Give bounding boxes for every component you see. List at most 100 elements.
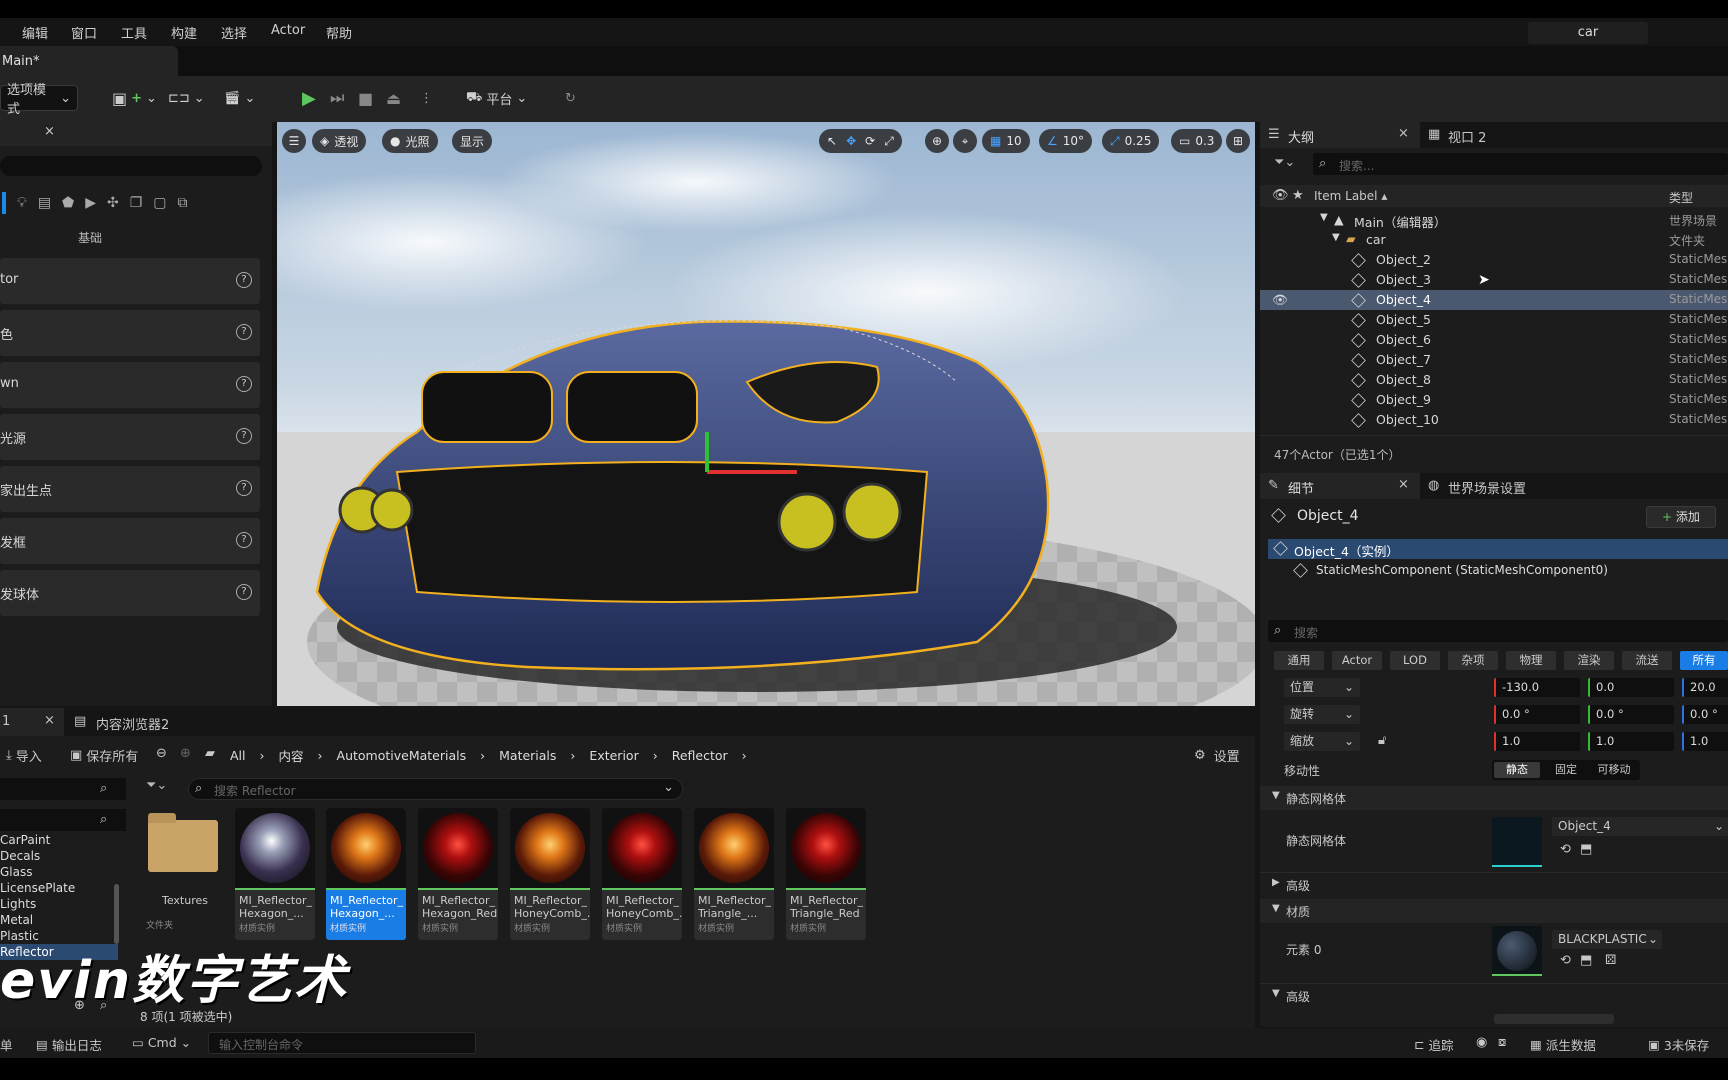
tab-details[interactable]: ✎ 细节 × — [1260, 473, 1420, 499]
scale-y[interactable]: 1.0 — [1588, 732, 1674, 751]
folder-search-input[interactable]: ⌕ — [0, 809, 126, 831]
filter-all[interactable]: 所有 — [1680, 651, 1728, 670]
tab-cb2[interactable]: ▤ 内容浏览器2 — [72, 708, 222, 736]
chevron-down-icon[interactable]: ▼ — [1320, 212, 1328, 223]
asset-search-input[interactable]: ⌕ 搜索 Reflector ⌄ — [188, 778, 683, 800]
folder-item[interactable]: Lights — [0, 896, 118, 912]
folder-item[interactable]: CarPaint — [0, 832, 118, 848]
source-search-input[interactable]: ⌕ — [0, 778, 126, 800]
folder-asset[interactable]: Textures 文件夹 — [146, 808, 218, 931]
rotation-snap-button[interactable]: ∠ 10° — [1039, 129, 1093, 153]
show-button[interactable]: 显示 — [452, 129, 493, 153]
filter-actor[interactable]: Actor — [1332, 651, 1382, 670]
import-button[interactable]: ⤓ 导入 — [6, 746, 42, 765]
folder-item[interactable]: LicensePlate — [0, 880, 118, 896]
menu-actor[interactable]: Actor — [271, 23, 305, 38]
material-picker[interactable]: BLACKPLASTIC ⌄ — [1552, 930, 1662, 949]
materials-section[interactable]: ▼ 材质 — [1260, 899, 1728, 923]
tree-row[interactable]: ▼ ▲ Main（编辑器） 世界场景 — [1260, 210, 1728, 230]
play-options-button[interactable]: ⋮ — [420, 85, 433, 111]
breadcrumb-item[interactable]: Reflector — [672, 748, 728, 763]
material-thumbnail[interactable] — [1492, 926, 1542, 976]
breadcrumb-item[interactable]: AutomotiveMaterials — [337, 748, 467, 763]
select-icon[interactable]: ↖ — [827, 134, 837, 148]
console-input[interactable]: 输入控制台命令 — [208, 1032, 476, 1054]
stop-button[interactable]: ■ — [358, 85, 373, 111]
location-dropdown[interactable]: 位置 ⌄ — [1284, 678, 1360, 697]
place-item[interactable]: tor? — [0, 258, 260, 304]
advanced-section[interactable]: ▶ 高级 — [1260, 872, 1728, 896]
eye-icon[interactable]: 👁︎ — [1272, 188, 1289, 203]
tree-row[interactable]: Object_7 StaticMes — [1260, 350, 1728, 370]
lock-icon[interactable]: 🔓︎ — [1378, 733, 1386, 748]
scale-x[interactable]: 1.0 — [1494, 732, 1580, 751]
trace-button[interactable]: ⊏ 追踪 — [1414, 1035, 1454, 1054]
menu-tools[interactable]: 工具 — [121, 23, 147, 42]
geometry-icon[interactable]: ❐ — [130, 195, 143, 211]
shader-icon[interactable]: ▤ — [38, 195, 51, 211]
asset-tile[interactable]: MI_Reflector_ HoneyComb_... 材质实例 — [602, 808, 682, 940]
shield-icon[interactable]: ⬟ — [62, 195, 74, 211]
component-root-row[interactable]: Object_4（实例） — [1268, 539, 1728, 559]
col-type[interactable]: 类型 — [1669, 189, 1693, 206]
mobility-static[interactable]: 静态 — [1494, 762, 1540, 778]
all-classes-icon[interactable]: ⧉ — [178, 195, 188, 211]
scale-dropdown[interactable]: 缩放 ⌄ — [1284, 732, 1360, 751]
level-viewport[interactable]: ☰ ◈ 透视 ● 光照 显示 ↖ ✥ ⟳ ⤢ ⊕ ⌖ ▦ 10 ∠ 10° ⤢ 0.25 … — [277, 122, 1255, 706]
tree-row[interactable]: ▼ ▰ car 文件夹 — [1260, 230, 1728, 250]
asset-tile[interactable]: MI_Reflector_ HoneyComb_... 材质实例 — [510, 808, 590, 940]
close-icon[interactable]: × — [1398, 477, 1409, 492]
outliner-search-input[interactable]: ⌕ 搜索... — [1313, 153, 1728, 175]
content-drawer-button[interactable]: 单 — [0, 1035, 13, 1054]
tab-cb1[interactable]: 1 × — [0, 708, 64, 736]
surface-snap-button[interactable]: ⌖ — [953, 129, 977, 153]
cinematic-icon[interactable]: ▶ — [85, 195, 96, 211]
asset-tile[interactable]: MI_Reflector_ Hexagon_Red 材质实例 — [418, 808, 498, 940]
use-selected-icon[interactable]: ⬒ — [1580, 953, 1592, 968]
rotation-y[interactable]: 0.0 ° — [1588, 705, 1674, 724]
filter-streaming[interactable]: 流送 — [1622, 651, 1672, 670]
eject-button[interactable]: ⏏ — [386, 85, 401, 111]
tree-row[interactable]: Object_9 StaticMes — [1260, 390, 1728, 410]
menu-select[interactable]: 选择 — [221, 23, 247, 42]
folder-scrollbar[interactable] — [114, 884, 119, 944]
asset-tile[interactable]: MI_Reflector_ Triangle_... 材质实例 — [694, 808, 774, 940]
level-tab[interactable]: Main* — [0, 46, 178, 76]
tree-row[interactable]: Object_8 StaticMes — [1260, 370, 1728, 390]
close-icon[interactable]: × — [44, 713, 55, 728]
place-item[interactable]: wn? — [0, 362, 260, 408]
rotation-z[interactable]: 0.0 ° — [1682, 705, 1728, 724]
tree-row[interactable]: Object_5 StaticMes — [1260, 310, 1728, 330]
menu-help[interactable]: 帮助 — [326, 23, 352, 42]
tree-row[interactable]: Object_6 StaticMes — [1260, 330, 1728, 350]
star-icon[interactable]: ★ — [1292, 188, 1304, 203]
forward-icon[interactable]: ⊕ — [180, 746, 191, 761]
filter-icon[interactable]: ⏷⌄ — [1274, 155, 1295, 170]
location-x[interactable]: -130.0 — [1494, 678, 1580, 697]
volume-icon[interactable]: ▢ — [153, 195, 166, 211]
menu-edit[interactable]: 编辑 — [22, 23, 48, 42]
help-icon[interactable]: ? — [236, 584, 252, 600]
location-y[interactable]: 0.0 — [1588, 678, 1674, 697]
viewport-layout-button[interactable]: ⊞ — [1226, 129, 1250, 153]
breadcrumb-item[interactable]: Materials — [499, 748, 556, 763]
folder-icon[interactable]: ▰ — [205, 746, 215, 761]
asset-tile-selected[interactable]: MI_Reflector_ Hexagon_... 材质实例 — [326, 808, 406, 940]
static-mesh-picker[interactable]: Object_4 ⌄ — [1552, 817, 1728, 836]
output-log-button[interactable]: ▤ 输出日志 — [36, 1035, 102, 1054]
scale-icon[interactable]: ⤢ — [884, 134, 894, 149]
chevron-down-icon[interactable]: ▼ — [1332, 232, 1340, 243]
save-all-button[interactable]: ▣ 保存所有 — [70, 746, 138, 765]
rotation-x[interactable]: 0.0 ° — [1494, 705, 1580, 724]
col-item-label[interactable]: Item Label ▴ — [1314, 189, 1387, 203]
filter-general[interactable]: 通用 — [1274, 651, 1324, 670]
light-icon[interactable]: 💡︎ — [17, 195, 27, 211]
step-button[interactable]: ⏭ — [330, 85, 344, 111]
help-icon[interactable]: ? — [236, 480, 252, 496]
move-icon[interactable]: ✥ — [846, 134, 856, 148]
rotation-dropdown[interactable]: 旋转 ⌄ — [1284, 705, 1360, 724]
close-icon[interactable]: × — [44, 124, 55, 139]
grid-snap-button[interactable]: ▦ 10 — [982, 129, 1030, 153]
tree-row-selected[interactable]: 👁︎ Object_4 StaticMes — [1260, 290, 1728, 310]
folder-item[interactable]: Metal — [0, 912, 118, 928]
